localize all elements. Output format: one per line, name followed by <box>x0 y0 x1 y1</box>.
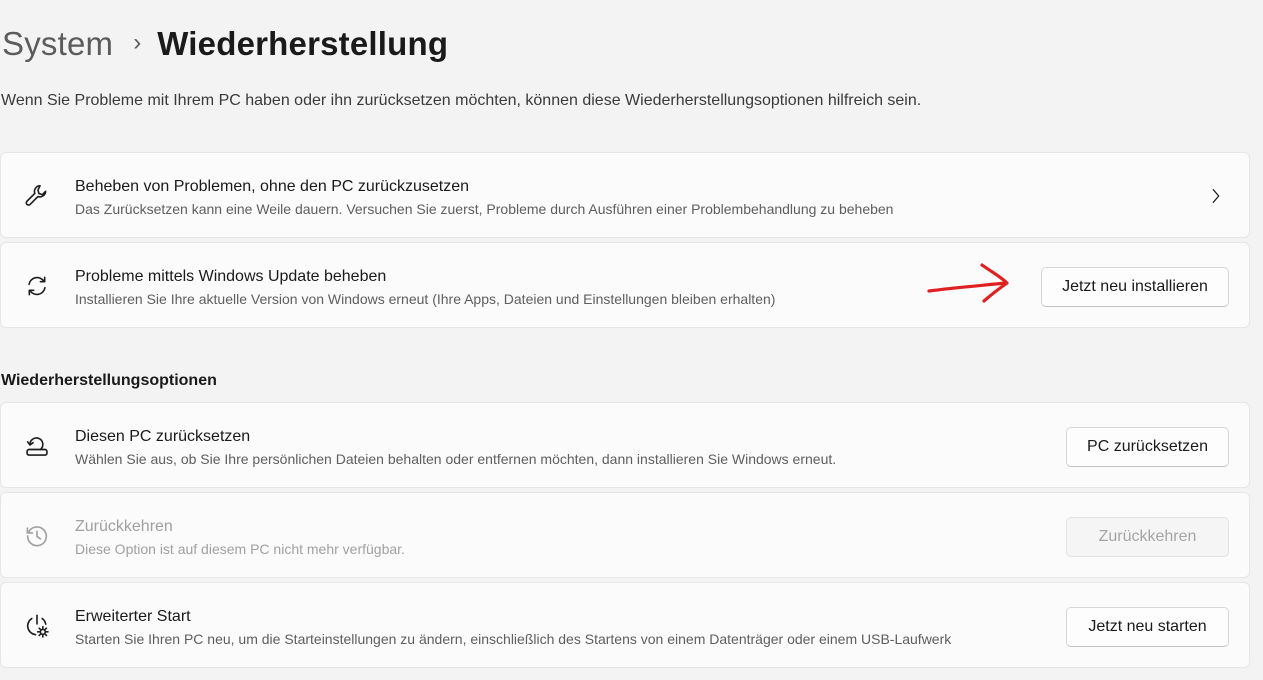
recovery-settings-page: System › Wiederherstellung Wenn Sie Prob… <box>0 0 1263 680</box>
go-back-button[interactable]: Zurückkehren <box>1066 517 1229 557</box>
advanced-startup-icon <box>22 611 52 641</box>
advanced-startup-card: Erweiterter Start Starten Sie Ihren PC n… <box>0 582 1250 668</box>
reset-pc-subtitle: Wählen Sie aus, ob Sie Ihre persönlichen… <box>75 451 837 467</box>
reinstall-now-button[interactable]: Jetzt neu installieren <box>1041 267 1229 307</box>
go-back-subtitle: Diese Option ist auf diesem PC nicht meh… <box>75 541 405 557</box>
section-heading-recovery-options: Wiederherstellungsoptionen <box>1 372 217 389</box>
reset-pc-card: Diesen PC zurücksetzen Wählen Sie aus, o… <box>0 402 1250 488</box>
page-description: Wenn Sie Probleme mit Ihrem PC haben ode… <box>1 92 922 109</box>
restart-now-button[interactable]: Jetzt neu starten <box>1066 607 1229 647</box>
advanced-startup-title: Erweiterter Start <box>75 608 191 625</box>
reset-pc-button[interactable]: PC zurücksetzen <box>1066 427 1229 467</box>
breadcrumb-separator-icon: › <box>133 29 142 56</box>
windows-update-fix-card: Probleme mittels Windows Update beheben … <box>0 242 1250 328</box>
go-back-card: Zurückkehren Diese Option ist auf diesem… <box>0 492 1250 578</box>
wrench-icon <box>22 181 52 211</box>
windows-update-fix-subtitle: Installieren Sie Ihre aktuelle Version v… <box>75 291 776 307</box>
windows-update-fix-title: Probleme mittels Windows Update beheben <box>75 268 387 285</box>
reset-pc-icon <box>22 431 52 461</box>
red-arrow-annotation-icon <box>927 263 1009 303</box>
advanced-startup-subtitle: Starten Sie Ihren PC neu, um die Startei… <box>75 631 952 647</box>
troubleshoot-card[interactable]: Beheben von Problemen, ohne den PC zurüc… <box>0 152 1250 238</box>
history-icon <box>22 521 52 551</box>
breadcrumb: System › Wiederherstellung <box>2 22 448 66</box>
troubleshoot-subtitle: Das Zurücksetzen kann eine Weile dauern.… <box>75 201 894 217</box>
page-title: Wiederherstellung <box>157 25 449 62</box>
go-back-title: Zurückkehren <box>75 518 173 535</box>
reset-pc-title: Diesen PC zurücksetzen <box>75 428 251 445</box>
breadcrumb-system[interactable]: System <box>2 25 113 63</box>
chevron-right-icon[interactable] <box>1207 186 1225 206</box>
troubleshoot-title: Beheben von Problemen, ohne den PC zurüc… <box>75 178 470 195</box>
sync-icon <box>22 271 52 301</box>
